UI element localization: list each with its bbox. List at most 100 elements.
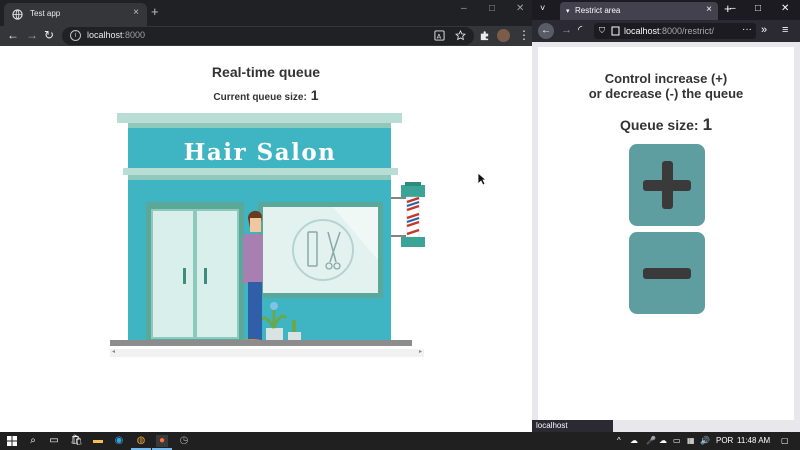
maximize-button[interactable]: □ (489, 3, 495, 14)
salon-door-left (151, 209, 195, 339)
queue-size-line: Current queue size: 1 (0, 87, 532, 103)
overflow-chevron-icon[interactable]: » (761, 24, 767, 37)
battery-icon[interactable]: ▭ (673, 436, 681, 445)
salon-sidewalk (110, 340, 412, 346)
salon-sign-text: Hair Salon (184, 139, 337, 166)
address-bar[interactable]: ⛉ localhost:8000/restrict/ ··· (594, 23, 756, 39)
search-icon[interactable]: ⌕ (27, 435, 39, 447)
control-line-1: Control increase (+) (604, 71, 728, 86)
chrome-tab-title: Test app (30, 9, 61, 18)
back-arrow-icon[interactable]: ← (538, 23, 554, 39)
control-line-2: or decrease (-) the queue (588, 86, 744, 101)
tab-close-icon[interactable]: × (706, 4, 712, 15)
reload-icon[interactable]: ↻ (44, 29, 54, 42)
door-handle-left (183, 268, 186, 284)
chrome-icon[interactable]: ◍ (135, 435, 147, 447)
windows-start-icon[interactable] (6, 435, 18, 447)
close-window-button[interactable]: ✕ (781, 3, 789, 14)
hamburger-menu-icon[interactable]: ≡ (782, 24, 788, 37)
tab-dropdown-icon: ▾ (566, 8, 570, 15)
scroll-right-arrow[interactable]: ▸ (419, 348, 422, 355)
firefox-tab-restrict-area[interactable]: ▾ Restrict area × (560, 2, 718, 20)
onedrive-icon[interactable]: ☁ (630, 436, 638, 445)
salon-roof (117, 113, 402, 123)
chrome-toolbar: ← → ↻ i localhost:8000 A ⋮ (0, 26, 532, 46)
hair-salon-illustration: Hair Salon (110, 113, 425, 346)
maximize-button[interactable]: □ (755, 3, 761, 14)
salon-ledge-trim (128, 175, 391, 180)
queue-size-label: Queue size: (619, 117, 699, 133)
avatar[interactable] (497, 29, 510, 42)
tab-list-chevron-icon[interactable]: ˅ (540, 3, 545, 13)
file-explorer-icon[interactable]: ▬ (92, 435, 104, 447)
queue-size-value: 1 (702, 115, 713, 134)
translate-icon[interactable]: A (434, 30, 445, 41)
chrome-tab-strip: Test app × + – □ ✕ (0, 0, 532, 26)
store-icon[interactable]: 🛍 (70, 435, 83, 447)
queue-page: Real-time queue Current queue size: 1 Hai… (0, 46, 532, 432)
salon-ledge (123, 168, 398, 175)
door-handle-right (204, 268, 207, 284)
edge-icon[interactable]: ◉ (113, 435, 125, 447)
star-icon[interactable] (455, 30, 466, 41)
salon-door-right (195, 209, 239, 339)
cloud-icon[interactable]: ☁ (659, 436, 667, 445)
chrome-window: Test app × + – □ ✕ ← → ↻ i localhost:800… (0, 0, 532, 432)
minimize-button[interactable]: – (730, 3, 736, 14)
decrease-queue-button[interactable] (629, 232, 705, 314)
restrict-page: Control increase (+) or decrease (-) the… (538, 47, 794, 420)
status-bar: localhost (532, 420, 613, 432)
system-clock[interactable]: 11:48 AM (737, 436, 770, 445)
language-indicator[interactable]: POR (716, 436, 733, 445)
minus-icon (643, 268, 691, 279)
man-face (250, 218, 261, 232)
microphone-icon[interactable]: 🎤 (646, 436, 656, 445)
menu-dots-icon[interactable]: ⋮ (518, 29, 530, 42)
control-instructions: Control increase (+) or decrease (-) the… (538, 71, 794, 101)
firefox-icon[interactable]: ● (156, 435, 168, 447)
pole-bottom (401, 237, 425, 247)
firefox-toolbar: ← → ◜ ⛉ localhost:8000/restrict/ ··· » ≡ (532, 20, 800, 42)
minimize-button[interactable]: – (461, 3, 467, 14)
loading-spinner-icon[interactable]: ◜ (578, 24, 582, 37)
increase-queue-button[interactable] (629, 144, 705, 226)
network-icon[interactable]: ▦ (687, 436, 695, 445)
tab-close-icon[interactable]: × (133, 7, 139, 18)
new-tab-button[interactable]: + (151, 5, 159, 18)
page-info-icon[interactable] (611, 26, 620, 36)
volume-icon[interactable]: 🔊 (700, 436, 710, 445)
firefox-tab-title: Restrict area (575, 6, 621, 15)
back-arrow-icon[interactable]: ← (7, 29, 19, 42)
plant-flower (270, 302, 278, 310)
forward-arrow-icon[interactable]: → (561, 24, 572, 37)
svg-text:A: A (437, 32, 442, 40)
man-jeans (248, 282, 262, 340)
page-title: Real-time queue (211, 64, 321, 80)
firefox-window: ˅ ▾ Restrict area × + – □ ✕ ← → ◜ ⛉ loca… (532, 0, 800, 432)
chrome-tab-test-app[interactable]: Test app × (4, 3, 147, 26)
queue-size-label: Current queue size: (213, 92, 307, 103)
close-window-button[interactable]: ✕ (516, 3, 524, 14)
forward-arrow-icon[interactable]: → (26, 29, 38, 42)
horizontal-scrollbar[interactable]: ◂ ▸ (110, 349, 424, 357)
address-url: localhost:8000/restrict/ (624, 26, 715, 36)
tray-chevron-icon[interactable]: ^ (617, 436, 621, 445)
address-url: localhost:8000 (87, 30, 146, 40)
windows-taskbar: ⌕ ▭ 🛍 ▬ ◉ ◍ ● ◷ ^ ☁ 🎤 ☁ ▭ ▦ 🔊 POR 11:48 … (0, 432, 800, 450)
man-sweater (243, 234, 263, 284)
extensions-icon[interactable] (479, 30, 490, 41)
task-view-icon[interactable]: ▭ (48, 435, 60, 447)
info-icon[interactable]: i (70, 30, 81, 41)
address-bar[interactable]: i localhost:8000 A (62, 27, 474, 45)
queue-size-line: Queue size: 1 (538, 115, 794, 135)
notifications-icon[interactable]: ▢ (781, 436, 789, 445)
queue-size-value: 1 (310, 87, 319, 103)
scroll-left-arrow[interactable]: ◂ (112, 348, 115, 355)
pole-top (401, 185, 425, 197)
page-actions-icon[interactable]: ··· (742, 24, 752, 35)
firefox-tab-strip: ˅ ▾ Restrict area × + – □ ✕ (532, 0, 800, 20)
mouse-cursor-icon (477, 172, 487, 186)
salon-roof-trim (128, 123, 391, 128)
shield-icon[interactable]: ⛉ (599, 26, 605, 36)
clock-app-icon[interactable]: ◷ (178, 435, 190, 447)
